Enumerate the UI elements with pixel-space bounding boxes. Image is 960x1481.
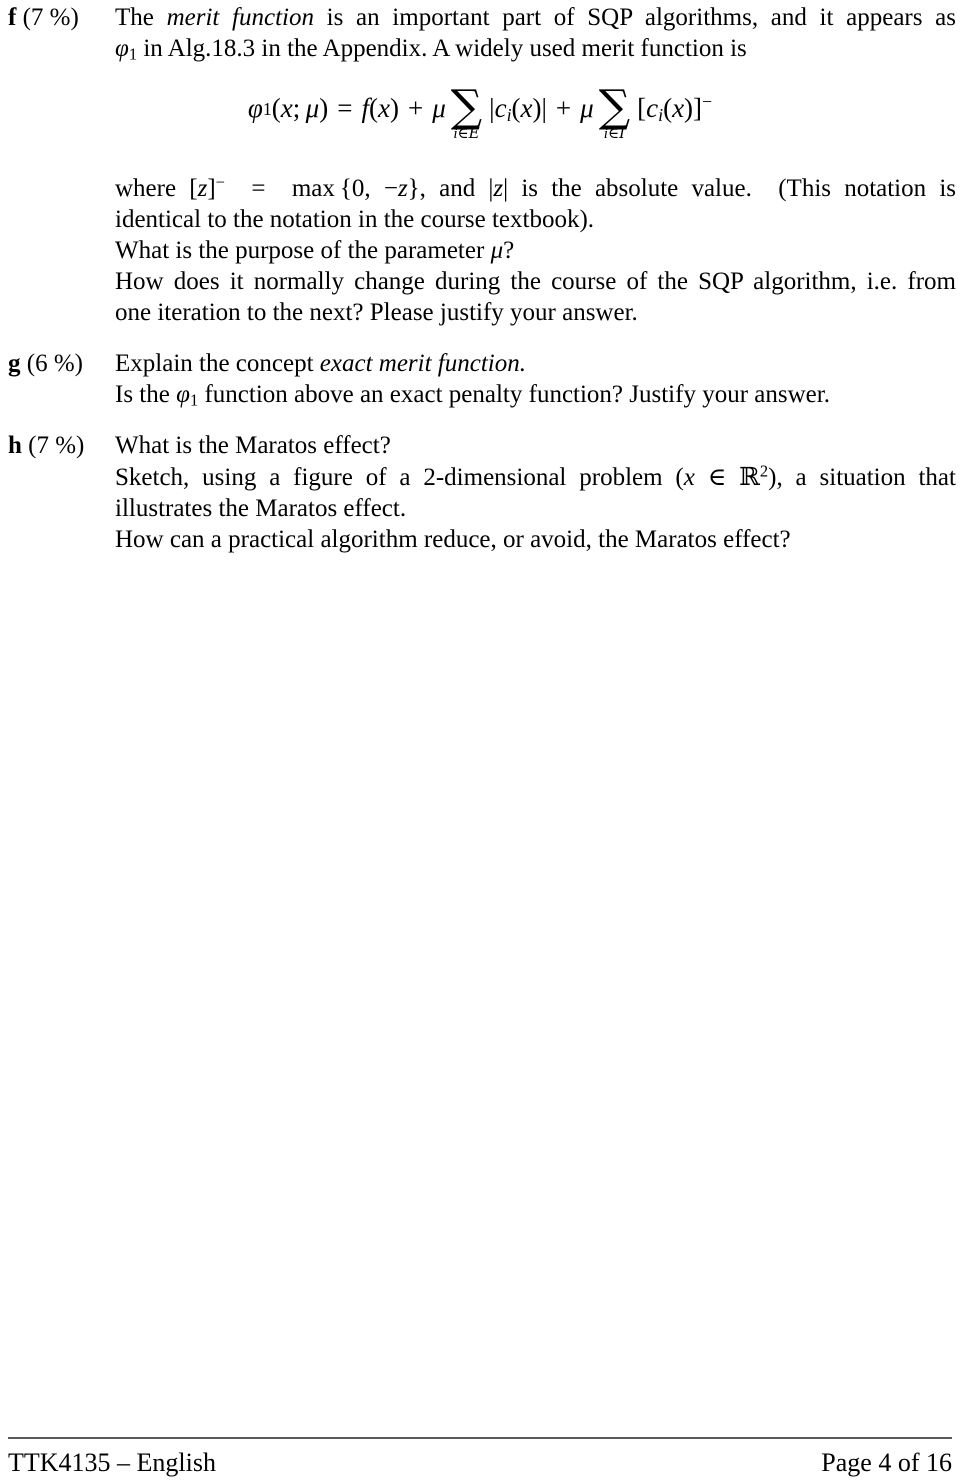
phi-subscript: 1 xyxy=(128,44,138,64)
equation-plus-1: + xyxy=(407,93,424,124)
f-l1-before: The xyxy=(115,4,167,31)
question-label-g: g (6 %) xyxy=(8,348,108,379)
question-letter-f: f xyxy=(8,4,17,31)
equation-abs-term: |ci(x)| xyxy=(489,93,547,125)
question-body-h: What is the Maratos effect? Sketch, usin… xyxy=(115,430,956,555)
g-l1-italic: exact merit function. xyxy=(319,350,526,377)
equation-row: φ 1 (x; μ) = f (x) + μ ∑ i∈E |ci(x)| + μ ∑ … xyxy=(247,81,713,143)
question-letter-h: h xyxy=(8,432,22,459)
equation-lhs-args: (x; μ) xyxy=(271,93,329,124)
phi-symbol: φ xyxy=(115,35,129,62)
h-l2-x: x xyxy=(683,464,695,491)
g-l1-before: Explain the concept xyxy=(115,350,320,377)
document-page: f (7 %) The merit function is an importa… xyxy=(0,0,960,1481)
footer-page-number: Page 4 of 16 xyxy=(821,1448,952,1477)
phi-subscript-g: 1 xyxy=(189,390,199,410)
h-l2-b: ), a situation that xyxy=(768,464,956,491)
question-points-f: (7 %) xyxy=(22,4,79,31)
question-f-line-2: φ1 in Alg.18.3 in the Appendix. A widely… xyxy=(115,33,956,64)
question-points-g: (6 %) xyxy=(26,350,83,377)
equation-mu-1: μ xyxy=(432,93,446,124)
question-f-line-1: The merit function is an important part … xyxy=(115,2,956,33)
equation-plus-2: + xyxy=(555,93,572,124)
f-cont-l1-a: where [z]− = max {0, −z}, and |z| is the… xyxy=(115,172,956,202)
h-l2-in: ∈ xyxy=(694,464,740,491)
equation-neg-part-term: [ci(x)]− xyxy=(637,91,713,125)
question-block-f: f (7 %) The merit function is an importa… xyxy=(8,2,956,64)
g-l2-a: Is the xyxy=(115,381,177,408)
question-h-line-2: Sketch, using a figure of a 2-dimensiona… xyxy=(115,461,956,493)
equation-term-f: f xyxy=(361,93,369,124)
question-h-line-3: illustrates the Maratos effect. xyxy=(115,495,407,522)
question-block-h: h (7 %) What is the Maratos effect? Sket… xyxy=(8,430,956,555)
question-label-h: h (7 %) xyxy=(8,430,108,461)
page-footer: TTK4135 – English Page 4 of 16 xyxy=(8,1448,952,1478)
real-exponent: 2 xyxy=(759,461,769,481)
question-block-f-continued: where [z]− = max {0, −z}, and |z| is the… xyxy=(8,173,956,328)
equation-equals: = xyxy=(337,93,353,124)
real-numbers-symbol: ℝ xyxy=(739,462,760,491)
summation-index-2: i∈I xyxy=(604,126,625,142)
question-body-f-continued: where [z]− = max {0, −z}, and |z| is the… xyxy=(115,173,956,328)
question-body-f: The merit function is an important part … xyxy=(115,2,956,64)
sum2-in: ∈ xyxy=(607,126,620,143)
sum2-set: I xyxy=(619,124,626,143)
f-cont-line-2: identical to the notation in the course … xyxy=(115,206,595,233)
question-letter-g: g xyxy=(8,350,21,377)
neg-part-superscript: − xyxy=(702,91,713,112)
sum1-set: E xyxy=(468,124,480,143)
f-l1-italic: merit function xyxy=(166,4,314,31)
question-g-line-1: Explain the concept exact merit function… xyxy=(115,348,956,379)
display-equation: φ 1 (x; μ) = f (x) + μ ∑ i∈E |ci(x)| + μ ∑ … xyxy=(0,81,960,143)
h-l2-a: Sketch, using a figure of a 2-dimensiona… xyxy=(115,464,684,491)
footer-left-text: TTK4135 – English xyxy=(8,1448,216,1477)
question-points-h: (7 %) xyxy=(28,432,85,459)
question-body-g: Explain the concept exact merit function… xyxy=(115,348,956,410)
question-g-line-2: Is the φ1 function above an exact penalt… xyxy=(115,379,956,410)
question-h-line-1: What is the Maratos effect? xyxy=(115,432,391,459)
equation-mu-2: μ xyxy=(580,93,594,124)
footer-divider xyxy=(8,1437,952,1439)
f-l1-after: is an important part of SQP algorithms, … xyxy=(313,4,956,31)
sum1-in: ∈ xyxy=(457,126,469,143)
phi-symbol-g: φ xyxy=(176,381,190,408)
f-cont-line-3: What is the purpose of the parameter μ? xyxy=(115,237,515,264)
f-cont-line-1: where [z]− = max {0, −z}, and |z| is the… xyxy=(115,173,956,204)
g-l2-b: function above an exact penalty function… xyxy=(198,381,830,408)
f-cont-line-5: one iteration to the next? Please justif… xyxy=(115,299,638,326)
f-cont-line-4: How does it normally change during the c… xyxy=(115,268,956,295)
summation-operator-equality-set: ∑ i∈E xyxy=(450,81,483,142)
sigma-icon-2: ∑ xyxy=(598,81,631,132)
question-h-line-4: How can a practical algorithm reduce, or… xyxy=(115,526,791,553)
equation-phi: φ xyxy=(247,93,263,124)
f-l2-rest: in Alg.18.3 in the Appendix. A widely us… xyxy=(137,35,747,62)
summation-operator-inequality-set: ∑ i∈I xyxy=(598,81,631,142)
sigma-icon: ∑ xyxy=(450,81,483,132)
question-label-f: f (7 %) xyxy=(8,2,108,33)
summation-index-1: i∈E xyxy=(453,126,479,142)
question-block-g: g (6 %) Explain the concept exact merit … xyxy=(8,348,956,410)
neg-superscript: − xyxy=(215,172,225,192)
